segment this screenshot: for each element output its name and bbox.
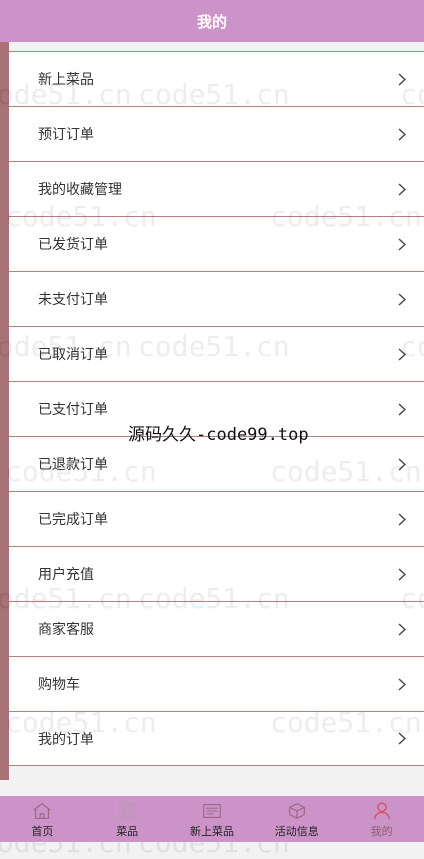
chevron-right-icon <box>398 347 408 361</box>
menu-item-label: 新上菜品 <box>38 72 94 88</box>
menu-item-completed-orders[interactable]: 已完成订单 <box>9 491 424 546</box>
chevron-right-icon <box>398 512 408 526</box>
tab-home[interactable]: 首页 <box>0 796 85 842</box>
tab-mine[interactable]: 我的 <box>339 796 424 842</box>
chevron-right-icon <box>398 182 408 196</box>
page-title: 我的 <box>196 12 227 31</box>
menu-item-label: 已退款订单 <box>38 457 108 473</box>
chevron-right-icon <box>398 622 408 636</box>
chevron-right-icon <box>398 72 408 86</box>
chevron-right-icon <box>398 457 408 471</box>
menu-list: 新上菜品 预订订单 我的收藏管理 已发货订单 未支付订单 已取消订单 已支付订单 <box>9 51 424 766</box>
menu-item-new-dishes[interactable]: 新上菜品 <box>9 51 424 106</box>
menu-item-cart[interactable]: 购物车 <box>9 656 424 711</box>
tab-label: 活动信息 <box>274 825 319 838</box>
chevron-right-icon <box>398 402 408 416</box>
menu-item-label: 商家客服 <box>38 622 94 638</box>
home-icon <box>33 802 52 819</box>
tab-label: 首页 <box>31 825 54 838</box>
menu-item-recharge[interactable]: 用户充值 <box>9 546 424 601</box>
menu-item-label: 已发货订单 <box>38 237 108 253</box>
menu-item-label: 未支付订单 <box>38 292 108 308</box>
menu-item-my-orders[interactable]: 我的订单 <box>9 711 424 766</box>
tab-label: 菜品 <box>116 825 139 838</box>
menu-item-label: 购物车 <box>38 677 80 693</box>
page-header: 我的 <box>0 0 424 42</box>
tab-dishes[interactable]: 菜品 <box>85 796 170 842</box>
menu-item-label: 我的收藏管理 <box>38 182 122 198</box>
menu-item-cancelled-orders[interactable]: 已取消订单 <box>9 326 424 381</box>
menu-item-label: 已完成订单 <box>38 512 108 528</box>
menu-item-reservation-orders[interactable]: 预订订单 <box>9 106 424 161</box>
grid-icon <box>119 803 136 819</box>
main-content: 新上菜品 预订订单 我的收藏管理 已发货订单 未支付订单 已取消订单 已支付订单 <box>0 42 424 782</box>
side-accent-bar <box>0 42 9 780</box>
tab-label: 新上菜品 <box>189 825 234 838</box>
chevron-right-icon <box>398 292 408 306</box>
menu-item-unpaid-orders[interactable]: 未支付订单 <box>9 271 424 326</box>
menu-item-customer-service[interactable]: 商家客服 <box>9 601 424 656</box>
chevron-right-icon <box>398 677 408 691</box>
news-icon <box>203 803 221 819</box>
chevron-right-icon <box>398 127 408 141</box>
tab-label: 我的 <box>370 825 393 838</box>
box-icon <box>288 803 305 819</box>
menu-item-shipped-orders[interactable]: 已发货订单 <box>9 216 424 271</box>
chevron-right-icon <box>398 732 408 746</box>
tab-activities[interactable]: 活动信息 <box>254 796 339 842</box>
menu-item-label: 用户充值 <box>38 567 94 583</box>
menu-item-label: 已支付订单 <box>38 402 108 418</box>
overlay-note: 源码久久-code99.top <box>128 425 309 445</box>
chevron-right-icon <box>398 567 408 581</box>
chevron-right-icon <box>398 237 408 251</box>
menu-item-label: 我的订单 <box>38 731 94 748</box>
menu-item-favorites[interactable]: 我的收藏管理 <box>9 161 424 216</box>
menu-item-label: 预订订单 <box>38 127 94 143</box>
bottom-tabbar: 首页 菜品 新上菜品 活动信息 我的 <box>0 796 424 842</box>
menu-item-label: 已取消订单 <box>38 347 108 363</box>
user-icon <box>373 802 390 820</box>
tab-new-dishes[interactable]: 新上菜品 <box>170 796 255 842</box>
